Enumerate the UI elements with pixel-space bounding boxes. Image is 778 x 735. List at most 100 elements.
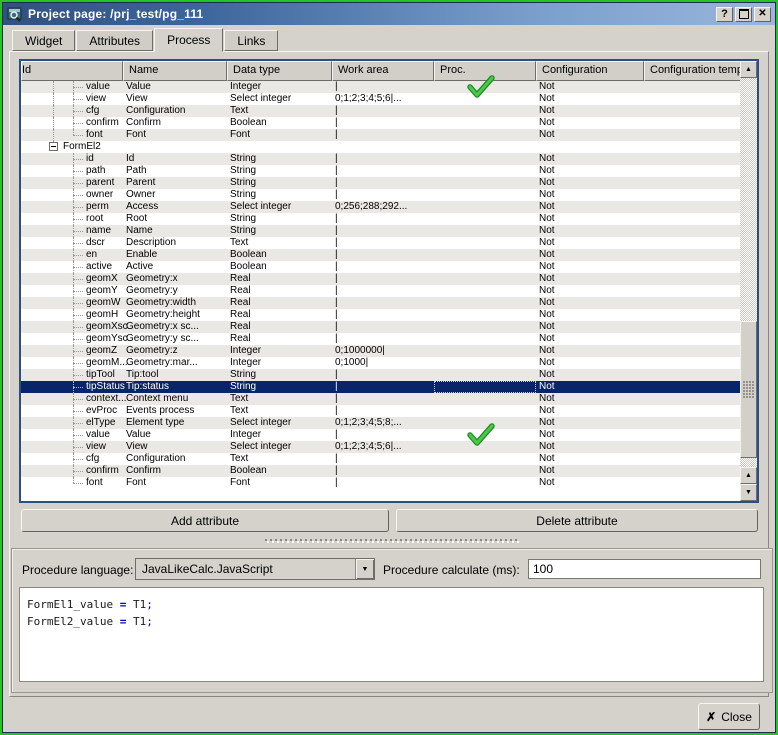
table-row-path[interactable]: pathPathString|Not (21, 165, 757, 177)
cell-proc (434, 297, 536, 309)
table-row-perm[interactable]: permAccessSelect integer0;256;288;292...… (21, 201, 757, 213)
table-row-font[interactable]: fontFontFont|Not (21, 129, 757, 141)
cell-work-area: | (332, 381, 434, 393)
cell-name: Path (123, 165, 227, 177)
cell-configuration: Not (536, 93, 644, 105)
close-button[interactable]: ✗ Close (698, 703, 760, 730)
table-row-geomW[interactable]: geomWGeometry:widthReal|Not (21, 297, 757, 309)
table-row-value[interactable]: valueValueInteger|Not (21, 429, 757, 441)
cell-id: path (21, 165, 123, 177)
tree-collapse-icon[interactable] (49, 142, 58, 151)
cell-work-area: | (332, 81, 434, 93)
table-row-tipStatus[interactable]: tipStatusTip:statusString|Not (21, 381, 757, 393)
column-header-configuration[interactable]: Configuration (536, 61, 644, 81)
scroll-down-button[interactable]: ▼ (740, 484, 757, 501)
procedure-calculate-input[interactable] (528, 559, 761, 579)
table-row-geomZ[interactable]: geomZGeometry:zInteger0;1000000|Not (21, 345, 757, 357)
table-row-root[interactable]: rootRootString|Not (21, 213, 757, 225)
cell-proc (434, 477, 536, 489)
cell-id: confirm (21, 117, 123, 129)
close-window-button[interactable]: ✕ (754, 7, 771, 22)
column-header-data-type[interactable]: Data type (227, 61, 332, 81)
cell-data-type: Boolean (227, 465, 332, 477)
cell-work-area: | (332, 333, 434, 345)
cell-id: geomW (21, 297, 123, 309)
cell-work-area: | (332, 105, 434, 117)
cell-name: Geometry:height (123, 309, 227, 321)
table-row-parent[interactable]: parentParentString|Not (21, 177, 757, 189)
table-row-context...[interactable]: context...Context menuText|Not (21, 393, 757, 405)
table-row-geomYsc[interactable]: geomYscGeometry:y sc...Real|Not (21, 333, 757, 345)
table-row-font[interactable]: fontFontFont|Not (21, 477, 757, 489)
procedure-language-select[interactable]: JavaLikeCalc.JavaScript ▼ (135, 558, 375, 580)
help-button[interactable]: ? (716, 7, 733, 22)
cell-name: Active (123, 261, 227, 273)
column-header-id[interactable]: Id (21, 61, 123, 81)
table-row-value[interactable]: valueValueInteger|Not (21, 81, 757, 93)
tab-widget[interactable]: Widget (12, 30, 75, 51)
table-row-geomXsc[interactable]: geomXscGeometry:x sc...Real|Not (21, 321, 757, 333)
table-row-geomY[interactable]: geomYGeometry:yReal|Not (21, 285, 757, 297)
tab-links[interactable]: Links (224, 30, 278, 51)
table-row-cfg[interactable]: cfgConfigurationText|Not (21, 105, 757, 117)
cell-work-area: | (332, 369, 434, 381)
procedure-code-editor[interactable]: FormEl1_value = T1;FormEl2_value = T1; (19, 587, 764, 682)
code-line: FormEl1_value = T1; (27, 596, 756, 613)
table-row-tipTool[interactable]: tipToolTip:toolString|Not (21, 369, 757, 381)
cell-data-type: Text (227, 105, 332, 117)
delete-attribute-button[interactable]: Delete attribute (396, 509, 758, 532)
scroll-up-button[interactable]: ▲ (740, 61, 757, 78)
table-row-elType[interactable]: elTypeElement typeSelect integer0;1;2;3;… (21, 417, 757, 429)
combo-dropdown-button[interactable]: ▼ (355, 559, 374, 579)
table-row-cfg[interactable]: cfgConfigurationText|Not (21, 453, 757, 465)
table-row-name[interactable]: nameNameString|Not (21, 225, 757, 237)
cell-id: geomM... (21, 357, 123, 369)
tab-bar: Widget Attributes Process Links (12, 29, 279, 51)
table-row-active[interactable]: activeActiveBoolean|Not (21, 261, 757, 273)
cell-work-area: | (332, 117, 434, 129)
cell-work-area: | (332, 189, 434, 201)
tab-attributes[interactable]: Attributes (76, 30, 153, 51)
table-row-dscr[interactable]: dscrDescriptionText|Not (21, 237, 757, 249)
table-row-view[interactable]: viewViewSelect integer0;1;2;3;4;5;6|...N… (21, 93, 757, 105)
proc-check-icon (466, 75, 496, 99)
table-row-confirm[interactable]: confirmConfirmBoolean|Not (21, 465, 757, 477)
cell-data-type: Text (227, 237, 332, 249)
splitter-handle[interactable] (265, 539, 520, 544)
cell-name: Id (123, 153, 227, 165)
cell-id: font (21, 129, 123, 141)
table-row-evProc[interactable]: evProcEvents processText|Not (21, 405, 757, 417)
cell-work-area: 0;256;288;292... (332, 201, 434, 213)
maximize-button[interactable] (735, 7, 752, 22)
table-row-FormEl2[interactable]: FormEl2 (21, 141, 757, 153)
table-scrollbar[interactable]: ▲ ▲ ▼ (740, 61, 757, 501)
table-row-view[interactable]: viewViewSelect integer0;1;2;3;4;5;6|...N… (21, 441, 757, 453)
cell-data-type: Select integer (227, 201, 332, 213)
table-row-en[interactable]: enEnableBoolean|Not (21, 249, 757, 261)
scroll-up-button-2[interactable]: ▲ (740, 467, 757, 484)
add-attribute-button[interactable]: Add attribute (21, 509, 389, 532)
table-row-owner[interactable]: ownerOwnerString|Not (21, 189, 757, 201)
table-row-id[interactable]: idIdString|Not (21, 153, 757, 165)
titlebar[interactable]: Project page: /prj_test/pg_111 ? ✕ (3, 3, 775, 25)
cell-name: Confirm (123, 117, 227, 129)
cell-configuration: Not (536, 261, 644, 273)
help-icon: ? (721, 9, 728, 20)
cell-data-type: Boolean (227, 249, 332, 261)
cell-name: Geometry:mar... (123, 357, 227, 369)
tab-process[interactable]: Process (154, 28, 223, 52)
table-row-geomM...[interactable]: geomM...Geometry:mar...Integer0;1000|Not (21, 357, 757, 369)
attributes-table: Id Name Data type Work area Proc. Config… (19, 59, 759, 503)
column-header-work-area[interactable]: Work area (332, 61, 434, 81)
column-header-name[interactable]: Name (123, 61, 227, 81)
cell-name: Tip:status (123, 381, 227, 393)
scrollbar-thumb[interactable] (740, 321, 757, 458)
table-row-geomH[interactable]: geomHGeometry:heightReal|Not (21, 309, 757, 321)
cell-data-type: Font (227, 477, 332, 489)
cell-configuration: Not (536, 321, 644, 333)
cell-work-area: 0;1000| (332, 357, 434, 369)
table-row-confirm[interactable]: confirmConfirmBoolean|Not (21, 117, 757, 129)
table-row-geomX[interactable]: geomXGeometry:xReal|Not (21, 273, 757, 285)
cell-proc (434, 129, 536, 141)
cell-proc (434, 165, 536, 177)
